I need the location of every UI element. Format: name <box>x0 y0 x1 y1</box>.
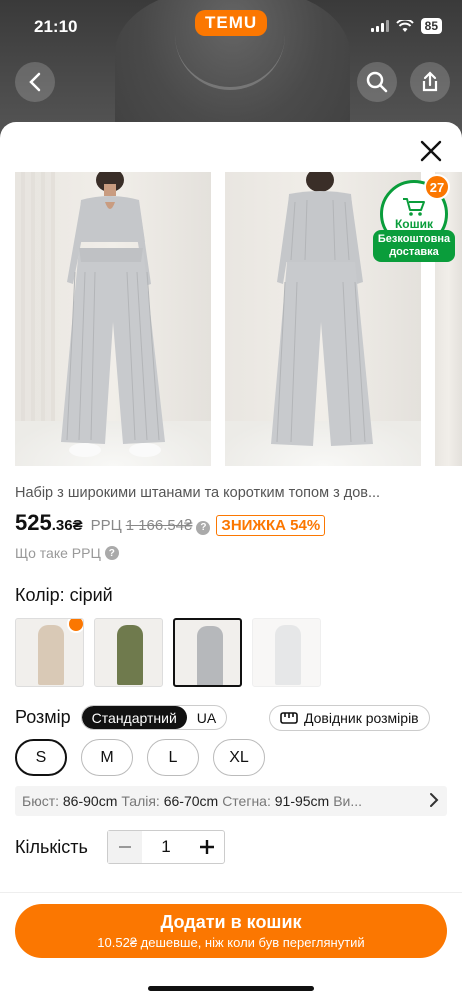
free-shipping-label: Безкоштовна доставка <box>373 230 455 262</box>
decrease-button[interactable] <box>108 831 142 863</box>
status-icons: 85 <box>370 18 442 34</box>
price-row: 525 .36₴ РРЦ 1 166.54₴ ? ЗНИЖКА 54% <box>15 510 326 536</box>
size-option-m[interactable]: M <box>81 739 133 776</box>
search-icon <box>366 71 388 93</box>
price-drop-note: 10.52₴ дешевше, ніж коли був переглянути… <box>97 935 365 950</box>
size-measurements[interactable]: Бюст: 86-90cm Талія: 66-70cm Стегна: 91-… <box>15 786 447 816</box>
swatch-grey[interactable] <box>173 618 242 687</box>
search-button[interactable] <box>357 62 397 102</box>
size-guide-button[interactable]: Довідник розмірів <box>269 705 430 731</box>
cart-count-badge: 27 <box>424 174 450 200</box>
size-option-s[interactable]: S <box>15 739 67 776</box>
quantity-stepper: 1 <box>107 830 225 864</box>
chevron-left-icon <box>29 72 41 92</box>
size-option-xl[interactable]: XL <box>213 739 265 776</box>
divider <box>0 892 462 893</box>
ruler-icon <box>280 712 298 724</box>
quantity-value[interactable]: 1 <box>142 837 190 857</box>
brand-logo: TEMU <box>195 10 268 36</box>
color-swatches <box>15 618 321 687</box>
quantity-row: Кількість 1 <box>15 830 225 864</box>
increase-button[interactable] <box>190 831 224 863</box>
swatch-beige[interactable] <box>15 618 84 687</box>
add-to-cart-button[interactable]: Додати в кошик 10.52₴ дешевше, ніж коли … <box>15 904 447 958</box>
swatch-light-grey[interactable] <box>252 618 321 687</box>
question-icon[interactable]: ? <box>196 520 211 535</box>
status-bar: 21:10 TEMU 85 <box>0 0 462 56</box>
swatch-olive[interactable] <box>94 618 163 687</box>
question-icon: ? <box>104 546 119 560</box>
hot-icon <box>67 619 83 633</box>
cart-badge-label: Кошик <box>394 217 434 231</box>
quantity-label: Кількість <box>15 836 88 857</box>
cart-free-shipping-badge[interactable]: Кошик 27 Безкоштовна доставка <box>373 174 455 262</box>
hips-label: Стегна: <box>222 793 271 809</box>
battery-indicator: 85 <box>420 18 442 34</box>
size-guide-label: Довідник розмірів <box>304 710 419 726</box>
size-header: Розмір Стандартний UA <box>15 705 228 730</box>
size-option-l[interactable]: L <box>147 739 199 776</box>
bust-label: Бюст: <box>22 793 59 809</box>
bust-value: 86-90cm <box>62 793 118 809</box>
waist-value: 66-70cm <box>163 793 219 809</box>
rrp-old-price: 1 166.54₴ <box>125 517 193 534</box>
size-label: Розмір <box>15 707 71 727</box>
product-image-front[interactable] <box>15 172 211 466</box>
signal-icon <box>370 20 389 32</box>
price-main: 525 <box>15 510 52 535</box>
back-button[interactable] <box>15 62 55 102</box>
wifi-icon <box>395 19 414 32</box>
close-icon[interactable] <box>418 138 444 164</box>
toggle-ua[interactable]: UA <box>187 706 226 729</box>
color-label: Колір: сірий <box>15 585 113 605</box>
home-indicator[interactable] <box>148 986 314 991</box>
product-options-sheet: Кошик 27 Безкоштовна доставка Набір з ши… <box>0 122 462 1000</box>
model-front-illustration <box>61 172 165 457</box>
add-to-cart-label: Додати в кошик <box>160 912 302 932</box>
more-measurements: Ви... <box>333 793 363 809</box>
minus-icon <box>119 846 131 848</box>
chevron-right-icon <box>430 793 439 807</box>
size-options: S M L XL <box>15 739 265 776</box>
rrp-info-text: Що таке РРЦ <box>15 545 101 561</box>
share-button[interactable] <box>410 62 450 102</box>
price-fraction: .36₴ <box>51 517 83 534</box>
product-title: Набір з широкими штанами та коротким топ… <box>15 485 381 501</box>
status-time: 21:10 <box>34 17 78 36</box>
cart-icon <box>403 198 425 216</box>
hips-value: 91-95cm <box>274 793 330 809</box>
toggle-standard[interactable]: Стандартний <box>81 706 187 729</box>
plus-icon <box>200 840 214 854</box>
rrp-info-link[interactable]: Що таке РРЦ ? <box>15 545 119 561</box>
size-system-toggle[interactable]: Стандартний UA <box>80 705 228 730</box>
rrp-label: РРЦ <box>90 517 122 534</box>
share-icon <box>422 71 438 92</box>
discount-badge: ЗНИЖКА 54% <box>216 515 326 536</box>
waist-label: Талія: <box>121 793 160 809</box>
